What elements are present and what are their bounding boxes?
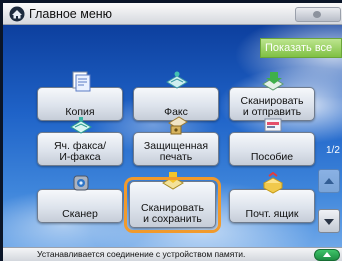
show-all-button[interactable]: Показать все	[260, 38, 342, 58]
tile-scanner[interactable]: Сканер	[37, 175, 123, 223]
tile-fax-inbox[interactable]: Яч. факса/И-факса	[37, 117, 123, 166]
title-bar: Главное меню	[3, 3, 342, 25]
tile-label: Пособие	[250, 151, 294, 163]
home-icon	[9, 6, 25, 22]
selected-tile-highlight	[124, 177, 221, 233]
tile-tutorial[interactable]: Пособие	[229, 118, 315, 166]
page-title: Главное меню	[29, 7, 113, 21]
tile-mailbox[interactable]: Почт. ящик	[229, 172, 315, 223]
scroll-up-button[interactable]	[318, 169, 340, 193]
fax-icon	[166, 71, 188, 89]
tile-label: Сканер	[62, 208, 98, 220]
scan-send-icon	[262, 72, 284, 91]
fax-inbox-icon	[70, 117, 92, 134]
tutorial-icon	[264, 118, 282, 132]
secure-print-icon	[168, 116, 188, 135]
indicator-dot-icon	[313, 11, 321, 18]
status-message: Устанавливается соединение с устройством…	[37, 249, 246, 259]
page-indicator: 1/2	[326, 145, 340, 156]
tile-label: Почт. ящик	[245, 208, 299, 220]
titlebar-toggle-button[interactable]	[295, 7, 341, 22]
scroll-down-button[interactable]	[318, 209, 340, 233]
main-menu-screen: Главное меню Показать все Копия Факс Ска…	[0, 0, 342, 261]
tile-label: Яч. факса/И-факса	[53, 140, 107, 163]
copy-icon	[72, 71, 91, 92]
arrow-down-icon	[324, 219, 334, 225]
arrow-up-icon	[324, 178, 334, 184]
status-bar: Устанавливается соединение с устройством…	[3, 247, 342, 261]
eject-icon	[323, 252, 331, 257]
tile-secure-print[interactable]: Защищенная печать	[133, 116, 219, 166]
mailbox-icon	[262, 172, 284, 194]
status-monitor-button[interactable]	[314, 249, 340, 261]
tile-label: Защищенная печать	[143, 140, 209, 163]
scanner-icon	[73, 175, 89, 191]
